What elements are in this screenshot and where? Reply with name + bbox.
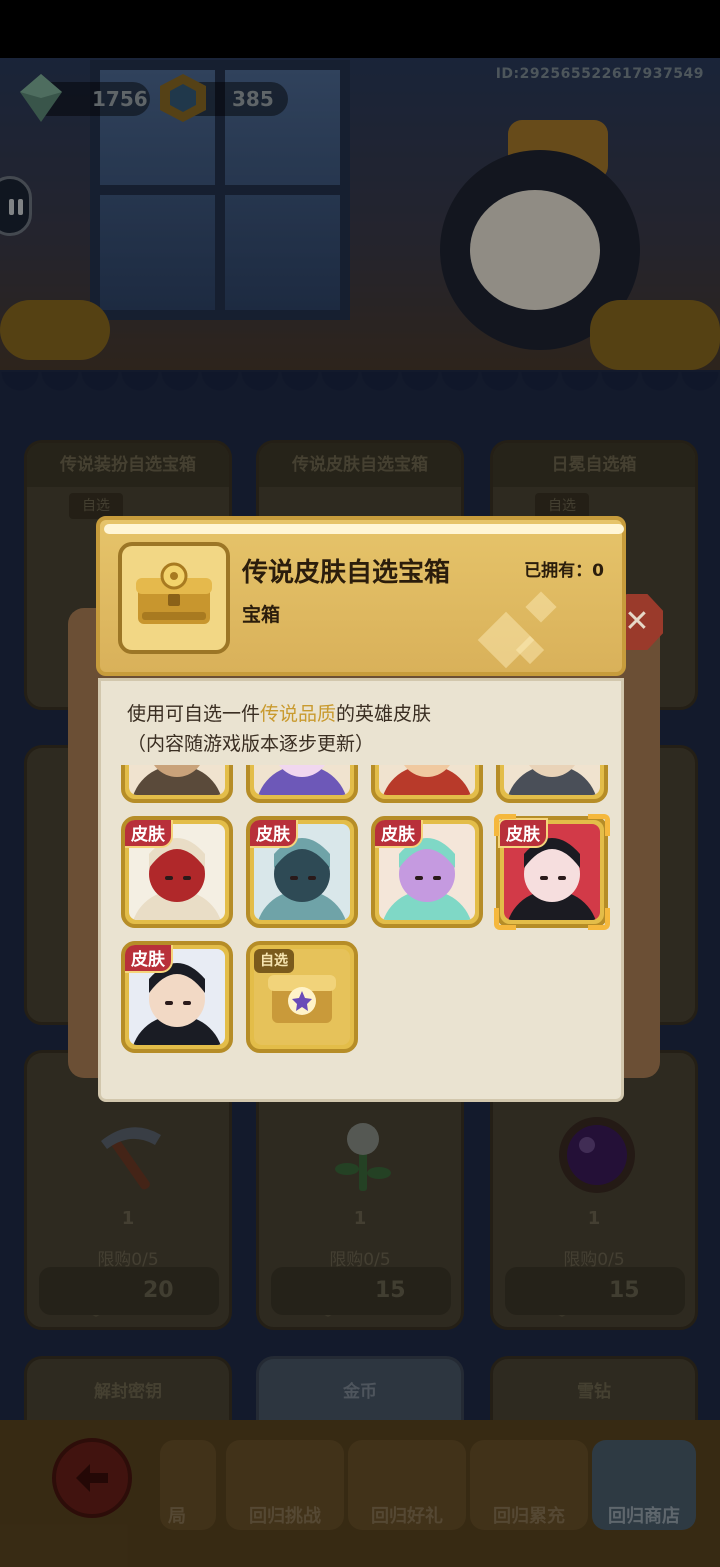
modal-header: 传说皮肤自选宝箱 宝箱 已拥有：0 [96,516,626,676]
item-description: 使用可自选一件传说品质的英雄皮肤 （内容随游戏版本逐步更新） [127,699,431,759]
hero-portrait [504,765,600,795]
pick-tag: 自选 [254,949,294,973]
status-bar [0,0,720,58]
owned-label: 已拥有： [524,561,593,581]
modal-title: 传说皮肤自选宝箱 [242,558,451,588]
selection-corner [588,814,610,836]
description-line-2: （内容随游戏版本逐步更新） [127,733,375,755]
hero-portrait [254,765,350,795]
owned-count: 已拥有：0 [524,556,604,581]
skin-tile[interactable]: 皮肤 [246,816,358,928]
skin-tag: 皮肤 [250,820,298,848]
selection-corner [494,908,516,930]
chest-icon-frame [118,542,230,654]
item-detail-modal: 传说皮肤自选宝箱 宝箱 已拥有：0 使用可自选一件传说品质的英雄皮肤 （内容随游… [96,516,626,1104]
selection-corner [494,814,516,836]
skin-grid[interactable]: 皮肤 皮肤 皮肤 皮肤 皮肤 自选 [117,765,611,1065]
hero-portrait [379,765,475,795]
modal-body: 使用可自选一件传说品质的英雄皮肤 （内容随游戏版本逐步更新） 皮肤 皮肤 皮肤 皮肤皮… [98,678,624,1102]
skin-tag: 皮肤 [375,820,423,848]
skin-tile[interactable]: 皮肤 [121,941,233,1053]
skin-tile[interactable]: 皮肤 [121,816,233,928]
skin-tile[interactable] [246,765,358,803]
description-line-1: 使用可自选一件传说品质的英雄皮肤 [127,699,431,729]
golden-chest-icon [136,562,212,624]
decor-diamond [525,591,557,623]
skin-tag: 皮肤 [125,945,173,973]
choice-chest-tile[interactable]: 自选 [246,941,358,1053]
desc-suffix: 的英雄皮肤 [336,703,432,725]
header-gloss [104,524,624,534]
skin-tile[interactable] [371,765,483,803]
modal-subtitle: 宝箱 [242,604,281,626]
owned-value: 0 [592,561,604,581]
hero-portrait [129,765,225,795]
selection-corner [588,908,610,930]
skin-tile[interactable]: 皮肤 [371,816,483,928]
skin-tile[interactable]: 皮肤 [494,814,610,930]
skin-tile[interactable] [121,765,233,803]
skin-tag: 皮肤 [125,820,173,848]
skin-tile[interactable] [496,765,608,803]
desc-highlight: 传说品质 [260,703,337,725]
desc-prefix: 使用可自选一件 [127,703,261,725]
